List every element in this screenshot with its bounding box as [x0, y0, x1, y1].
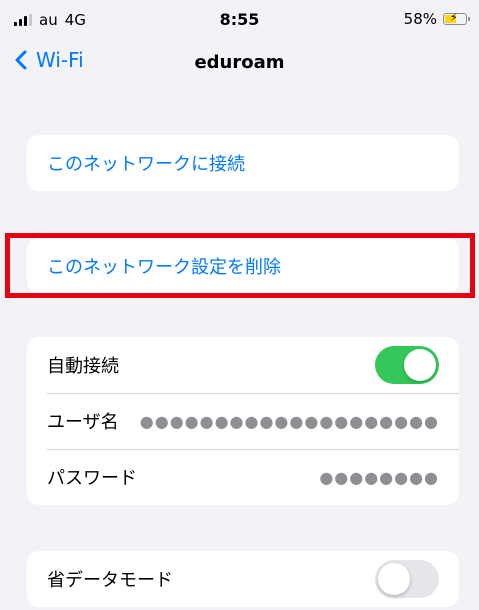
low-data-label: 省データモード [47, 570, 173, 591]
auto-join-row: 自動接続 [27, 337, 459, 393]
toggle-knob [404, 349, 436, 381]
forget-network-button[interactable]: このネットワーク設定を削除 [27, 238, 459, 294]
auto-join-label: 自動接続 [47, 356, 119, 377]
navigation-bar: Wi-Fi eduroam [0, 44, 479, 84]
password-label: パスワード [47, 468, 137, 489]
battery-charging-icon: ⚡ [443, 11, 470, 25]
low-data-row: 省データモード [27, 551, 459, 607]
status-right: 58% ⚡ [403, 10, 470, 28]
settings-group: 自動接続 ユーザ名 ●●●●●●●●●●●●●●●●●●●● パスワード ●●●… [27, 337, 459, 505]
username-value: ●●●●●●●●●●●●●●●●●●●● [139, 411, 439, 431]
connect-network-label: このネットワークに接続 [47, 154, 245, 175]
connect-group: このネットワークに接続 [27, 135, 459, 191]
username-label: ユーザ名 [47, 412, 119, 433]
auto-join-toggle[interactable] [375, 346, 439, 384]
page-title: eduroam [194, 52, 285, 73]
low-data-group: 省データモード [27, 551, 459, 607]
status-bar: au 4G 8:55 58% ⚡ [0, 0, 479, 36]
password-value: ●●●●●●●● [319, 467, 439, 487]
forget-network-label: このネットワーク設定を削除 [47, 257, 281, 278]
password-row[interactable]: パスワード ●●●●●●●● [27, 449, 459, 505]
forget-group: このネットワーク設定を削除 [27, 238, 459, 294]
low-data-toggle[interactable] [375, 560, 439, 598]
toggle-knob [378, 563, 410, 595]
connect-network-button[interactable]: このネットワークに接続 [27, 135, 459, 191]
username-row[interactable]: ユーザ名 ●●●●●●●●●●●●●●●●●●●● [27, 393, 459, 449]
battery-percent: 58% [403, 10, 437, 28]
